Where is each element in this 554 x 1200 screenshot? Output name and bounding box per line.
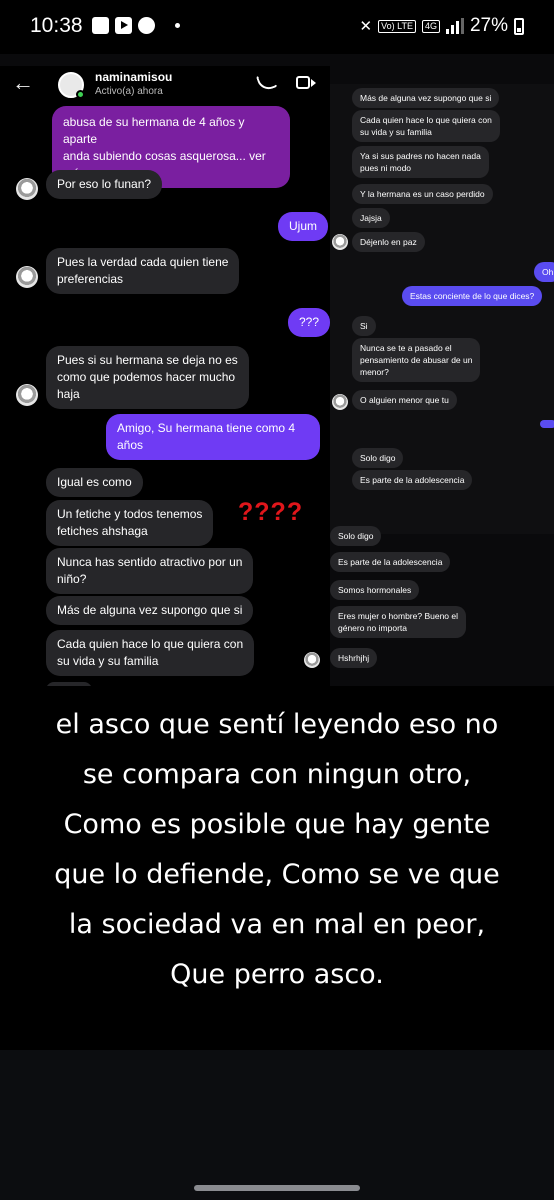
- caption-text: el asco que sentí leyendo eso no se comp…: [54, 709, 500, 990]
- message-bubble: Más de alguna vez supongo que si: [352, 88, 500, 108]
- message-bubble: Y la hermana es un caso perdido: [352, 184, 493, 204]
- message-bubble: Cada quien hace lo que quiera con su vid…: [46, 630, 255, 676]
- chat-header: ← naminamisou Activo(a) ahora: [0, 66, 330, 104]
- gesture-navigation-bar[interactable]: [194, 1185, 360, 1191]
- more-notifications-icon: [175, 23, 180, 28]
- contact-avatar-small: [16, 178, 38, 200]
- message-bubble: Hshrhjhj: [330, 648, 378, 668]
- contact-avatar-small: [304, 652, 320, 668]
- message-bubble: Es parte de la adolescencia: [352, 470, 473, 490]
- dm-conversation-left: ← naminamisou Activo(a) ahora abusa de s…: [0, 66, 330, 686]
- youtube-icon: [115, 17, 132, 34]
- signal-icon: [445, 18, 464, 34]
- message-bubble: Somos hormonales: [330, 580, 420, 600]
- message-bubble: Pues la verdad cada quien tiene preferen…: [46, 248, 240, 294]
- message-bubble: Pues si su hermana se deja no es como qu…: [46, 346, 249, 409]
- sent-message: Oh: [534, 262, 554, 282]
- contact-avatar-small: [16, 266, 38, 288]
- red-question-marks-annotation: ????: [238, 498, 304, 526]
- gallery-icon: [92, 17, 109, 34]
- sent-message: Amigo, Su hermana tiene como 4 años: [106, 414, 320, 460]
- message-bubble: Si: [352, 316, 376, 336]
- message-bubble: Igual es como: [46, 468, 143, 497]
- chat-screenshot-collage: ← naminamisou Activo(a) ahora abusa de s…: [0, 54, 554, 686]
- sent-message: Ujum: [278, 212, 329, 241]
- story-caption: el asco que sentí leyendo eso no se comp…: [0, 686, 554, 1050]
- message-bubble: Es parte de la adolescencia: [330, 552, 451, 572]
- contact-avatar-small: [332, 394, 348, 410]
- contact-avatar-small: [16, 384, 38, 406]
- status-bar: 10:38 ✕ Vo) LTE 4G 27%: [0, 0, 554, 54]
- phone-call-icon[interactable]: [255, 69, 279, 93]
- back-arrow-icon[interactable]: ←: [12, 70, 34, 96]
- sent-message: ???: [288, 308, 330, 337]
- message-bubble: Un fetiche y todos tenemos fetiches ahsh…: [46, 500, 214, 546]
- message-bubble: Cada quien hace lo que quiera con su vid…: [352, 110, 500, 142]
- message-bubble: Solo digo: [330, 526, 382, 546]
- contact-name[interactable]: naminamisou: [95, 70, 172, 84]
- contact-avatar-small: [332, 234, 348, 250]
- pinterest-icon: [138, 17, 155, 34]
- message-bubble: Nunca has sentido atractivo por un niño?: [46, 548, 254, 594]
- message-bubble: Más de alguna vez supongo que si: [46, 596, 254, 625]
- network-type: 4G: [421, 19, 440, 33]
- status-right: ✕ Vo) LTE 4G 27%: [360, 15, 524, 37]
- volte-icon: Vo) LTE: [378, 19, 416, 33]
- message-bubble: Solo digo: [352, 448, 404, 468]
- message-bubble: O alguien menor que tu: [352, 390, 457, 410]
- contact-status: Activo(a) ahora: [95, 86, 163, 97]
- sent-message: Estas conciente de lo que dices?: [402, 286, 543, 306]
- video-call-icon[interactable]: [296, 76, 316, 89]
- sent-message-partial: [540, 420, 554, 428]
- message-bubble: Por eso lo funan?: [46, 170, 163, 199]
- battery-percent: 27%: [469, 15, 508, 36]
- battery-icon: [514, 17, 524, 35]
- message-bubble: Eres mujer o hombre? Bueno el género no …: [330, 606, 467, 638]
- dm-conversation-right: Más de alguna vez supongo que si Cada qu…: [330, 84, 554, 534]
- mute-icon: ✕: [359, 18, 373, 35]
- status-time: 10:38: [30, 14, 83, 37]
- notification-icons: [92, 17, 180, 34]
- online-indicator: [76, 90, 85, 99]
- message-bubble: Ya si sus padres no hacen nada pues ni m…: [352, 146, 489, 178]
- message-bubble: Nunca se te a pasado el pensamiento de a…: [352, 338, 481, 382]
- message-bubble: Déjenlo en paz: [352, 232, 425, 252]
- message-bubble: Jajsja: [352, 208, 390, 228]
